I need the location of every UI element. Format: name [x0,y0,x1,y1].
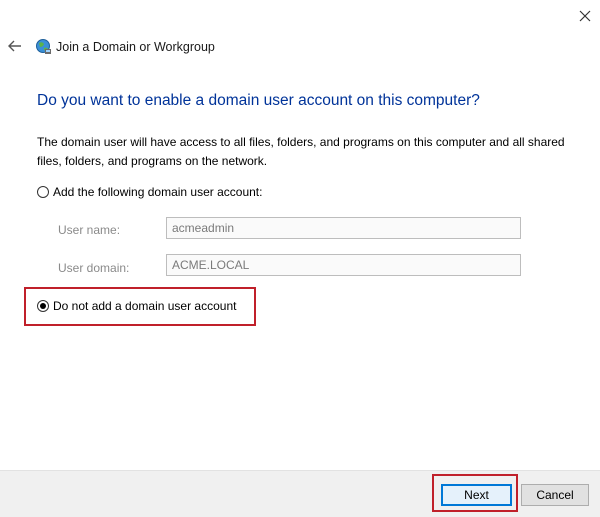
back-button[interactable] [6,37,24,55]
no-account-radio[interactable] [37,300,49,312]
description-text: The domain user will have access to all … [37,135,565,168]
no-account-label: Do not add a domain user account [53,299,237,313]
add-account-option[interactable]: Add the following domain user account: [37,185,262,199]
close-icon [579,10,591,22]
no-account-option[interactable]: Do not add a domain user account [37,299,236,313]
username-field[interactable]: acmeadmin [166,217,521,239]
add-account-radio[interactable] [37,186,49,198]
close-button[interactable] [570,2,600,30]
network-globe-icon [36,39,51,54]
wizard-title: Join a Domain or Workgroup [56,40,215,54]
user-domain-label: User domain: [58,261,130,275]
page-heading: Do you want to enable a domain user acco… [37,92,480,109]
next-button[interactable]: Next [441,484,512,506]
cancel-button[interactable]: Cancel [521,484,589,506]
username-label: User name: [58,223,121,237]
add-account-label: Add the following domain user account: [53,185,263,199]
back-arrow-icon [8,40,21,52]
user-domain-field[interactable]: ACME.LOCAL [166,254,521,276]
